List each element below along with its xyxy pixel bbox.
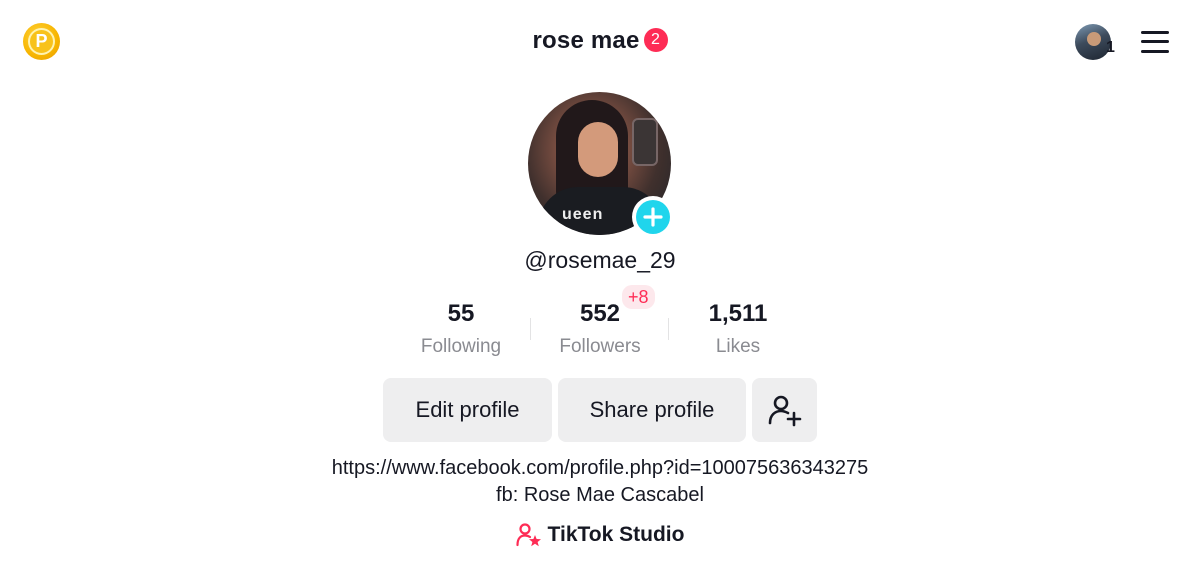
studio-person-star-icon [515, 523, 541, 547]
phone-in-photo [632, 118, 658, 166]
add-friend-button[interactable] [752, 378, 817, 442]
edit-profile-button[interactable]: Edit profile [383, 378, 552, 442]
tiktok-studio-label: TikTok Studio [547, 523, 685, 546]
bio-link[interactable]: https://www.facebook.com/profile.php?id=… [0, 457, 1200, 480]
stat-following[interactable]: 55 Following [401, 300, 521, 358]
top-bar: P rose mae 2 1 [0, 0, 1200, 84]
stat-divider [530, 318, 531, 340]
account-count: 1 [1106, 39, 1115, 56]
following-count: 55 [447, 300, 475, 327]
bio-text: fb: Rose Mae Cascabel [496, 484, 704, 506]
menu-icon[interactable] [1140, 30, 1170, 54]
person-add-icon [768, 395, 801, 427]
stat-likes[interactable]: 1,511 Likes [678, 300, 798, 358]
share-profile-button[interactable]: Share profile [558, 378, 746, 442]
shirt-print: ueen [562, 206, 604, 223]
account-switcher[interactable]: rose mae 2 [0, 27, 1200, 55]
followers-label: Followers [559, 336, 641, 357]
new-followers-badge: +8 [622, 285, 655, 309]
notification-badge: 2 [643, 28, 668, 52]
following-label: Following [420, 336, 502, 357]
page-title: rose mae [532, 27, 640, 54]
add-avatar-button[interactable] [632, 196, 674, 238]
tiktok-studio-link[interactable]: TikTok Studio [0, 522, 1200, 548]
likes-count: 1,511 [708, 300, 768, 327]
plus-icon [636, 200, 670, 234]
username: @rosemae_29 [524, 247, 676, 273]
stat-divider [668, 318, 669, 340]
likes-label: Likes [715, 336, 761, 357]
